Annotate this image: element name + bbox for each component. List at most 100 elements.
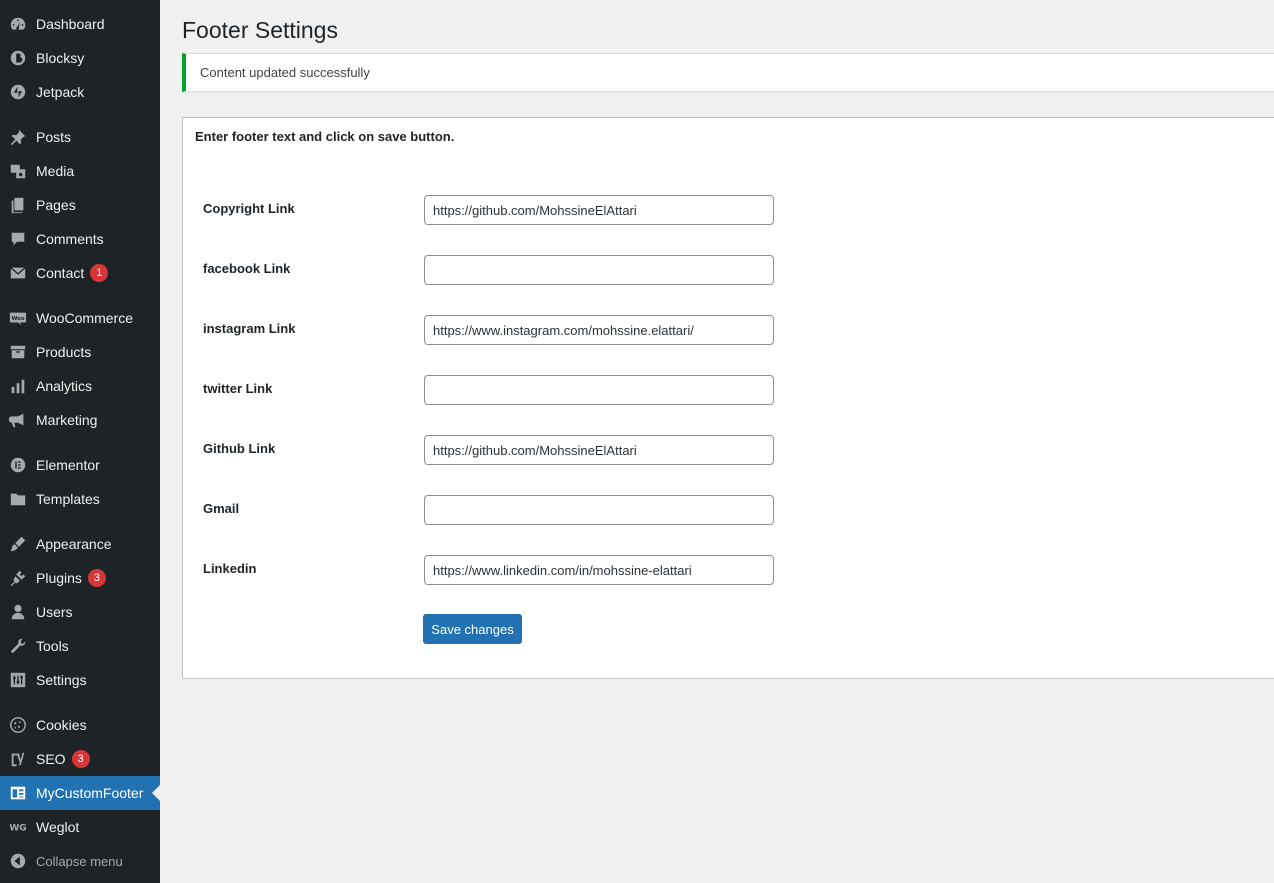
notice-text: Content updated successfully [200, 65, 370, 80]
linkedin-label: Linkedin [203, 561, 257, 576]
menu-label: SEO [36, 751, 66, 767]
bar-chart-icon [0, 369, 36, 403]
menu-label: Contact [36, 265, 85, 281]
yoast-icon [0, 742, 36, 776]
menu-item-marketing[interactable]: Marketing [0, 403, 160, 437]
menu-item-plugins[interactable]: Plugins 3 [0, 561, 160, 595]
menu-label: Plugins [36, 570, 82, 586]
copyright-link-input[interactable] [424, 195, 774, 225]
menu-label: Settings [36, 672, 87, 688]
menu-item-elementor[interactable]: Elementor [0, 448, 160, 482]
menu-item-settings[interactable]: Settings [0, 663, 160, 697]
menu-label: Blocksy [36, 50, 85, 66]
menu-item-woocommerce[interactable]: Woo WooCommerce [0, 301, 160, 335]
folder-icon [0, 482, 36, 516]
menu-label: MyCustomFooter [36, 785, 144, 801]
copyright-link-label: Copyright Link [203, 201, 295, 216]
menu-item-cookies[interactable]: Cookies [0, 708, 160, 742]
blocksy-icon [0, 41, 36, 75]
menu-item-templates[interactable]: Templates [0, 482, 160, 516]
menu-label: WooCommerce [36, 310, 133, 326]
menu-label: Media [36, 163, 75, 179]
comment-icon [0, 222, 36, 256]
success-notice: Content updated successfully [182, 53, 1274, 92]
menu-item-posts[interactable]: Posts [0, 120, 160, 154]
twitter-link-label: twitter Link [203, 381, 273, 396]
notification-badge: 3 [71, 750, 90, 768]
notification-badge: 1 [90, 264, 109, 282]
menu-label: Templates [36, 491, 100, 507]
menu-item-blocksy[interactable]: Blocksy [0, 41, 160, 75]
elementor-icon [0, 448, 36, 482]
brush-icon [0, 527, 36, 561]
menu-item-users[interactable]: Users [0, 595, 160, 629]
menu-item-mycustomfooter[interactable]: MyCustomFooter [0, 776, 160, 810]
facebook-link-input[interactable] [424, 255, 774, 285]
field-row-twitter: twitter Link [183, 375, 1274, 405]
menu-item-media[interactable]: Media [0, 154, 160, 188]
menu-label: Elementor [36, 457, 100, 473]
instagram-link-input[interactable] [424, 315, 774, 345]
collapse-icon [0, 844, 36, 878]
megaphone-icon [0, 403, 36, 437]
wrench-icon [0, 629, 36, 663]
gmail-label: Gmail [203, 501, 240, 516]
save-changes-button[interactable]: Save changes [423, 614, 522, 644]
menu-item-dashboard[interactable]: Dashboard [0, 7, 160, 41]
notification-badge: 3 [87, 569, 106, 587]
envelope-icon [0, 256, 36, 290]
collapse-label: Collapse menu [36, 853, 123, 869]
menu-item-seo[interactable]: SEO 3 [0, 742, 160, 776]
menu-item-contact[interactable]: Contact 1 [0, 256, 160, 290]
field-row-copyright: Copyright Link [183, 195, 1274, 225]
weglot-icon: WG [0, 810, 36, 844]
menu-label: Dashboard [36, 16, 105, 32]
menu-item-comments[interactable]: Comments [0, 222, 160, 256]
menu-label: Posts [36, 129, 72, 145]
menu-label: Weglot [36, 819, 80, 835]
twitter-link-input[interactable] [424, 375, 774, 405]
menu-label: Tools [36, 638, 69, 654]
menu-label: Analytics [36, 378, 93, 394]
field-row-instagram: instagram Link [183, 315, 1274, 345]
svg-text:Woo: Woo [11, 316, 24, 322]
menu-item-weglot[interactable]: WG Weglot [0, 810, 160, 844]
collapse-menu-button[interactable]: Collapse menu [0, 844, 160, 878]
menu-item-products[interactable]: Products [0, 335, 160, 369]
menu-label: Products [36, 344, 92, 360]
archive-icon [0, 335, 36, 369]
menu-item-pages[interactable]: Pages [0, 188, 160, 222]
gmail-input[interactable] [424, 495, 774, 525]
github-link-input[interactable] [424, 435, 774, 465]
menu-item-appearance[interactable]: Appearance [0, 527, 160, 561]
menu-item-tools[interactable]: Tools [0, 629, 160, 663]
menu-label: Comments [36, 231, 104, 247]
facebook-link-label: facebook Link [203, 261, 291, 276]
footer-settings-form: Enter footer text and click on save butt… [182, 117, 1274, 679]
field-row-facebook: facebook Link [183, 255, 1274, 285]
form-intro: Enter footer text and click on save butt… [195, 129, 455, 144]
field-row-gmail: Gmail [183, 495, 1274, 525]
menu-label: Pages [36, 197, 76, 213]
user-icon [0, 595, 36, 629]
menu-label: Jetpack [36, 84, 85, 100]
sliders-icon [0, 663, 36, 697]
linkedin-input[interactable] [424, 555, 774, 585]
pages-icon [0, 188, 36, 222]
admin-sidebar: Dashboard Blocksy Jetpack Posts Media Pa… [0, 0, 160, 883]
page-title: Footer Settings [182, 17, 338, 43]
menu-label: Marketing [36, 412, 98, 428]
menu-label: Cookies [36, 717, 87, 733]
field-row-linkedin: Linkedin [183, 555, 1274, 585]
menu-label: Appearance [36, 536, 112, 552]
dashboard-icon [0, 7, 36, 41]
menu-item-analytics[interactable]: Analytics [0, 369, 160, 403]
cookie-icon [0, 708, 36, 742]
menu-item-jetpack[interactable]: Jetpack [0, 75, 160, 109]
jetpack-icon [0, 75, 36, 109]
media-icon [0, 154, 36, 188]
layout-icon [0, 776, 36, 810]
pin-icon [0, 120, 36, 154]
instagram-link-label: instagram Link [203, 321, 296, 336]
github-link-label: Github Link [203, 441, 276, 456]
